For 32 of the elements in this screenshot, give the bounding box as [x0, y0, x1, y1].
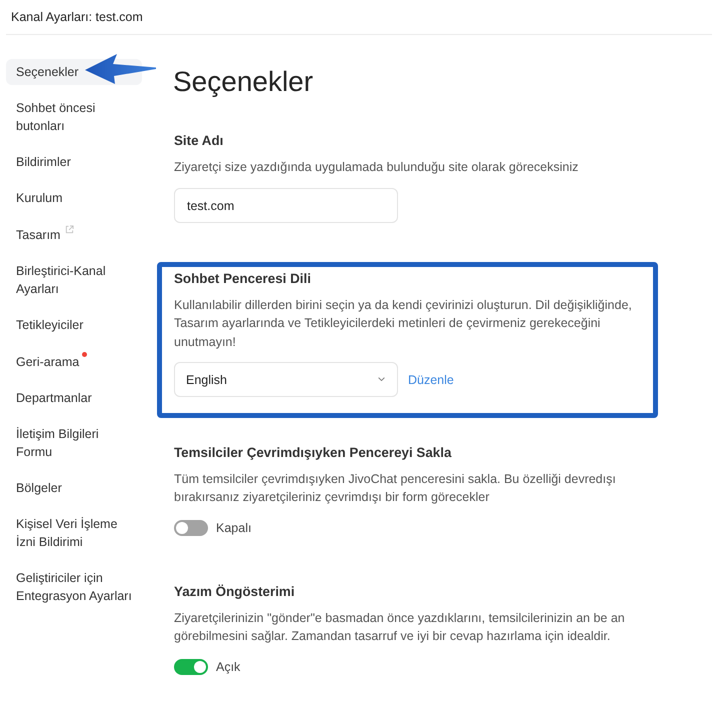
window-title: Kanal Ayarları: test.com: [11, 10, 143, 24]
section-description: Kullanılabilir dillerden birini seçin ya da kendi çevirinizi oluşturun. Dil değişikliğinde, Tasarım ayarlarında ve Tetikleyicilerdeki metinleri de çevirmeniz gerekeceğini unutmayın!: [174, 296, 633, 351]
chevron-down-icon: [378, 377, 385, 382]
toggle-label: Açık: [216, 660, 240, 674]
sidebar-item[interactable]: Departmanlar: [6, 385, 142, 411]
sidebar-item[interactable]: Sohbet öncesi butonları: [6, 95, 142, 139]
toggle-switch[interactable]: [174, 659, 208, 675]
section-title: Site Adı: [174, 132, 224, 150]
toggle-label: Kapalı: [216, 521, 252, 535]
section-title: Temsilciler Çevrimdışıyken Pencereyi Sakla: [174, 444, 452, 462]
section-description: Tüm temsilciler çevrimdışıyken JivoChat penceresini sakla. Bu özelliği devredışı bırakırsanız ziyaretçileriniz çevrimdışı bir form görecekler: [174, 470, 617, 506]
site-name-field[interactable]: test.com: [174, 188, 398, 223]
sidebar-item[interactable]: Geliştiriciler için Entegrasyon Ayarları: [6, 565, 142, 609]
sidebar-item[interactable]: Kurulum: [6, 185, 142, 211]
section-title: Sohbet Penceresi Dili: [174, 270, 312, 288]
sidebar-item[interactable]: Bölgeler: [6, 475, 142, 501]
sidebar-item[interactable]: Tasarım: [6, 221, 142, 248]
edit-link[interactable]: Düzenle: [408, 372, 454, 386]
page-heading: Seçenekler: [173, 65, 314, 99]
section-description: Ziyaretçi size yazdığında uygulamada bulunduğu site olarak göreceksiniz: [174, 158, 580, 176]
sidebar-item[interactable]: Kişisel Veri İşleme İzni Bildirimi: [6, 511, 142, 555]
language-select[interactable]: English: [174, 362, 398, 397]
sidebar-item[interactable]: Birleştirici-Kanal Ayarları: [6, 258, 142, 302]
notification-dot-icon: [82, 352, 88, 357]
sidebar-item[interactable]: İletişim Bilgileri Formu: [6, 421, 142, 465]
section-description: Ziyaretçilerinizin "gönder"e basmadan önce yazdıklarını, temsilcilerinizin an be an görebilmesini sağlar. Zamandan tasarruf ve iyi bir cevap hazırlama için idealdir.: [174, 610, 626, 645]
sidebar-item[interactable]: Bildirimler: [6, 149, 142, 175]
external-link-icon: [65, 225, 74, 234]
section-title: Yazım Öngösterimi: [174, 583, 296, 601]
toggle-switch[interactable]: [174, 520, 208, 536]
sidebar-item[interactable]: Tetikleyiciler: [6, 312, 142, 338]
sidebar-item[interactable]: Geri-arama: [6, 348, 142, 375]
